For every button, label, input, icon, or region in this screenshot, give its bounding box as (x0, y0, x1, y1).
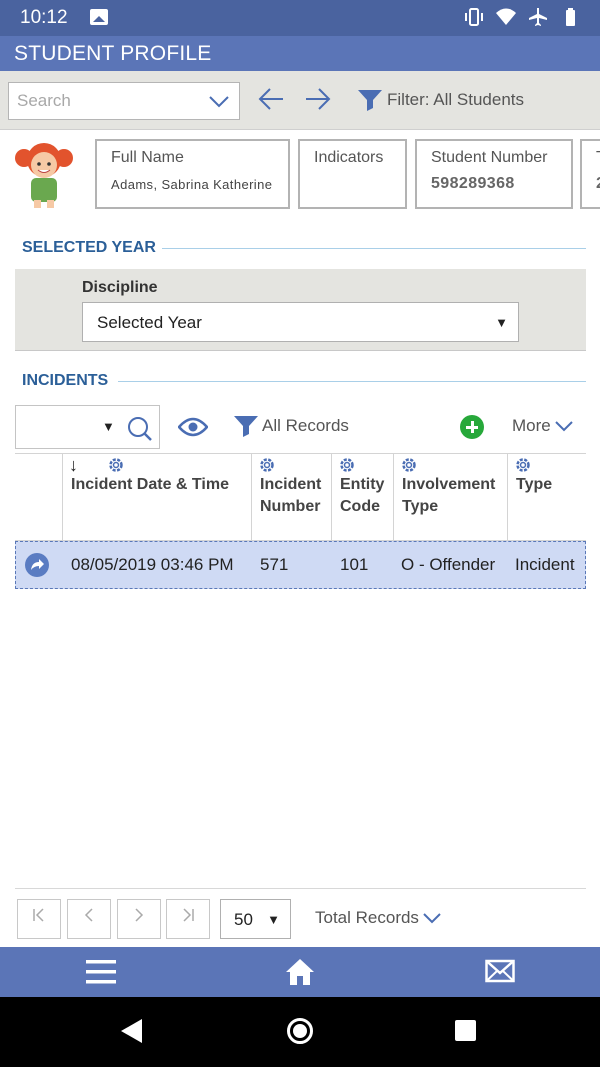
airplane-icon (529, 8, 547, 26)
divider (162, 248, 586, 249)
system-nav-bar (0, 997, 600, 1067)
filter-label: Filter: All Students (387, 90, 525, 109)
column-label: Involvement Type (402, 476, 496, 515)
status-time: 10:12 (20, 7, 68, 28)
chevron-down-icon (423, 913, 441, 924)
student-number-label: Student Number (431, 149, 548, 166)
filter-icon (234, 416, 258, 437)
mail-icon[interactable] (485, 958, 515, 984)
app-header: STUDENT PROFILE (0, 36, 600, 71)
cell-entity-code: 101 (340, 555, 369, 574)
incidents-heading: INCIDENTS (22, 372, 109, 389)
total-records-label: Total Records (315, 908, 419, 927)
gear-icon[interactable] (258, 456, 276, 474)
full-name-card: Full Name Adams, Sabrina Katherine (95, 139, 290, 209)
discipline-select[interactable]: Selected Year ▼ (82, 302, 519, 342)
chevron-down-icon[interactable] (209, 93, 229, 109)
column-header-involvement-type[interactable]: Involvement Type (393, 454, 507, 541)
discipline-label: Discipline (82, 279, 158, 296)
wifi-icon (496, 8, 516, 25)
partial-card-value: 2 (596, 175, 600, 193)
sort-down-icon[interactable]: ↓ (69, 454, 78, 476)
last-page-button[interactable] (166, 899, 210, 939)
column-label: Incident Date & Time (71, 476, 229, 493)
filter-icon (358, 90, 382, 111)
student-avatar (15, 143, 73, 208)
gear-icon[interactable] (338, 456, 356, 474)
partial-card-label: T (596, 149, 600, 167)
full-name-value: Adams, Sabrina Katherine (111, 177, 273, 192)
search-icon[interactable] (127, 416, 153, 442)
first-page-icon (33, 908, 44, 922)
incidents-table: ↓ Incident Date & Time Incident Number E… (15, 453, 586, 589)
last-page-icon (183, 908, 194, 922)
table-header: ↓ Incident Date & Time Incident Number E… (15, 453, 586, 541)
discipline-panel: Discipline Selected Year ▼ (15, 269, 586, 351)
page-size-value: 50 (234, 910, 253, 929)
all-records-filter[interactable]: All Records (233, 414, 349, 438)
back-icon[interactable] (121, 1019, 142, 1043)
bottom-nav (0, 947, 600, 997)
dropdown-arrow-icon: ▼ (495, 315, 508, 330)
student-number-card: Student Number 598289368 (415, 139, 573, 209)
partial-card: T 2 (580, 139, 600, 209)
discipline-select-value: Selected Year (97, 313, 202, 332)
page-title: STUDENT PROFILE (14, 42, 212, 65)
column-header-incident-date[interactable]: ↓ Incident Date & Time (62, 454, 251, 541)
chevron-down-icon (555, 421, 573, 432)
selected-year-heading: SELECTED YEAR (22, 239, 156, 256)
column-header-type[interactable]: Type (507, 454, 586, 541)
home-icon[interactable] (285, 958, 315, 986)
dropdown-arrow-icon: ▼ (267, 912, 280, 927)
menu-icon[interactable] (86, 958, 116, 986)
arrow-left-icon[interactable] (258, 88, 284, 110)
divider (118, 381, 586, 382)
table-row[interactable]: 08/05/2019 03:46 PM 571 101 O - Offender… (15, 541, 586, 589)
total-records-toggle[interactable]: Total Records (315, 908, 441, 928)
more-menu[interactable]: More (512, 416, 573, 436)
gear-icon[interactable] (107, 456, 125, 474)
eye-icon[interactable] (178, 417, 208, 437)
more-label: More (512, 416, 551, 435)
page-size-select[interactable]: 50 ▼ (220, 899, 291, 939)
filter-button[interactable]: Filter: All Students (357, 88, 524, 112)
indicators-label: Indicators (314, 149, 384, 166)
chevron-left-icon (84, 908, 93, 922)
column-label: Entity Code (340, 476, 385, 515)
column-header-incident-number[interactable]: Incident Number (251, 454, 331, 541)
column-label: Type (516, 476, 553, 493)
status-bar: 10:12 (0, 0, 600, 36)
dropdown-arrow-icon[interactable]: ▼ (102, 419, 115, 434)
cell-involvement-type: O - Offender (401, 555, 496, 574)
gear-icon[interactable] (400, 456, 418, 474)
full-name-label: Full Name (111, 149, 184, 166)
image-icon (90, 9, 108, 25)
battery-icon (566, 8, 575, 26)
add-icon[interactable] (460, 415, 484, 439)
next-page-button[interactable] (117, 899, 161, 939)
column-label: Incident Number (260, 476, 322, 515)
divider (15, 888, 586, 889)
cell-incident-date: 08/05/2019 03:46 PM (71, 555, 234, 574)
chevron-right-icon (135, 908, 144, 922)
vibrate-icon (465, 8, 483, 26)
row-action-icon[interactable] (25, 553, 49, 577)
cell-type: Incident (515, 555, 575, 574)
indicators-card: Indicators (298, 139, 407, 209)
toolbar: Filter: All Students (0, 71, 600, 130)
home-button-icon[interactable] (287, 1018, 313, 1044)
cell-incident-number: 571 (260, 555, 289, 574)
recents-icon[interactable] (455, 1020, 476, 1041)
student-number-value: 598289368 (431, 175, 515, 192)
column-header-entity-code[interactable]: Entity Code (331, 454, 393, 541)
gear-icon[interactable] (514, 456, 532, 474)
grid-view-select[interactable]: ▼ (15, 405, 160, 449)
all-records-label: All Records (262, 416, 349, 435)
arrow-right-icon[interactable] (305, 88, 331, 110)
first-page-button[interactable] (17, 899, 61, 939)
previous-page-button[interactable] (67, 899, 111, 939)
student-search[interactable] (8, 82, 240, 120)
search-input[interactable] (9, 83, 199, 119)
